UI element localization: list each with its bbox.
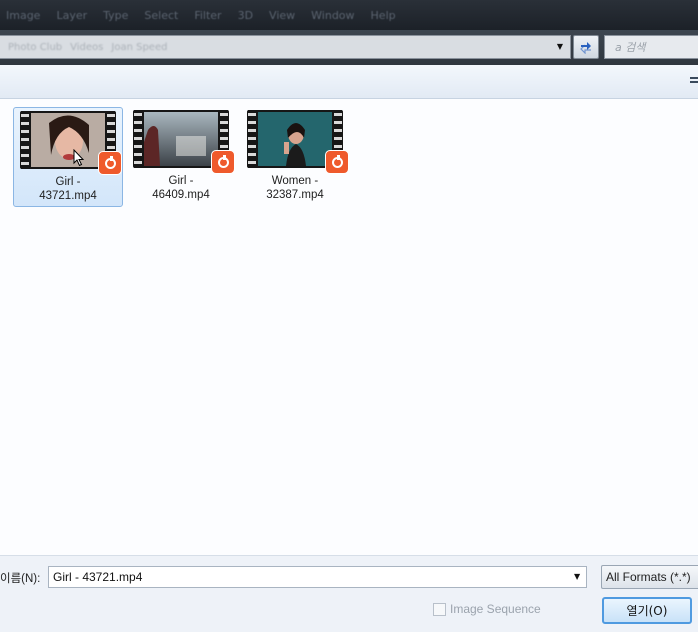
app-menu-bar: Image Layer Type Select Filter 3D View W…	[0, 0, 698, 30]
video-thumbnail	[20, 111, 122, 175]
dialog-toolbar	[0, 65, 698, 99]
thumbnail-image	[258, 112, 332, 166]
mouse-cursor-icon	[73, 149, 85, 167]
filename-dropdown-icon[interactable]: ▼	[574, 572, 580, 581]
file-name-line2: 32387.mp4	[266, 189, 324, 201]
breadcrumb-2[interactable]: Videos	[70, 42, 103, 53]
dialog-bottom-panel: 이름(N): ▼ All Formats (*.*) Image Sequenc…	[0, 555, 698, 632]
file-item-women-32387[interactable]: Women - 32387.mp4	[241, 107, 349, 205]
refresh-button[interactable]	[573, 35, 599, 59]
breadcrumb-3[interactable]: Joan Speed	[111, 42, 167, 53]
film-strip-left	[248, 110, 256, 168]
menu-select[interactable]: Select	[144, 9, 178, 22]
address-row: Photo Club Videos Joan Speed ▼ a 검색	[0, 30, 698, 65]
filename-input[interactable]	[48, 566, 587, 588]
file-name: Women - 32387.mp4	[241, 174, 349, 202]
file-name: Girl - 43721.mp4	[14, 175, 122, 203]
file-name-line1: Girl -	[168, 175, 194, 187]
menu-window[interactable]: Window	[311, 9, 354, 22]
open-button[interactable]: 열기(O)	[602, 597, 692, 624]
address-bar[interactable]: Photo Club Videos Joan Speed	[0, 35, 571, 59]
refresh-icon	[580, 42, 591, 54]
file-name-line2: 43721.mp4	[39, 190, 97, 202]
view-options-icon[interactable]	[688, 75, 698, 87]
image-sequence-checkbox[interactable]: Image Sequence	[433, 602, 541, 616]
menu-layer[interactable]: Layer	[56, 9, 87, 22]
file-type-filter[interactable]: All Formats (*.*)	[601, 565, 698, 589]
file-list-area[interactable]: Girl - 43721.mp4 Girl - 46409.mp4 Women …	[0, 99, 698, 555]
thumbnail-image	[144, 112, 218, 166]
film-strip-left	[21, 111, 29, 169]
menu-type[interactable]: Type	[103, 9, 128, 22]
menu-help[interactable]: Help	[371, 9, 396, 22]
media-player-badge-icon	[98, 151, 122, 175]
menu-view[interactable]: View	[269, 9, 295, 22]
file-name-line1: Girl -	[55, 176, 81, 188]
checkbox-icon[interactable]	[433, 602, 446, 616]
image-sequence-label: Image Sequence	[450, 602, 541, 616]
file-item-girl-43721[interactable]: Girl - 43721.mp4	[13, 107, 123, 207]
media-player-badge-icon	[211, 150, 235, 174]
file-name-line1: Women -	[271, 175, 319, 187]
filename-label: 이름(N):	[0, 573, 41, 585]
address-dropdown-icon[interactable]: ▼	[553, 39, 567, 53]
film-strip-left	[134, 110, 142, 168]
menu-filter[interactable]: Filter	[194, 9, 221, 22]
file-name-line2: 46409.mp4	[152, 189, 210, 201]
video-thumbnail	[133, 110, 235, 174]
thumbnail-image	[31, 113, 105, 167]
file-item-girl-46409[interactable]: Girl - 46409.mp4	[127, 107, 235, 205]
breadcrumb-1[interactable]: Photo Club	[8, 42, 62, 53]
media-player-badge-icon	[325, 150, 349, 174]
menu-image[interactable]: Image	[6, 9, 40, 22]
search-input[interactable]: a 검색	[604, 35, 698, 59]
search-placeholder: a 검색	[615, 41, 646, 54]
video-thumbnail	[247, 110, 349, 174]
menu-3d[interactable]: 3D	[238, 9, 253, 22]
file-name: Girl - 46409.mp4	[127, 174, 235, 202]
